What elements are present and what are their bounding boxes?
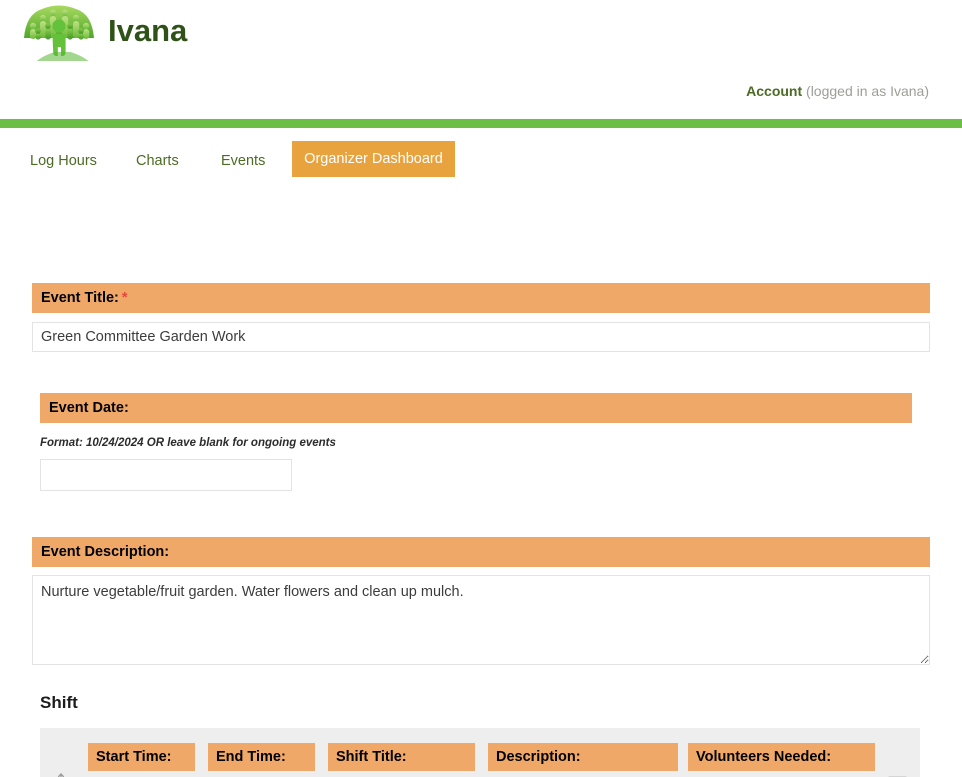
account-link[interactable]: Account [746,83,802,99]
brand-name: Ivana [108,12,188,48]
column-header-description: Description: [488,743,678,771]
brand: Ivana [20,2,187,64]
event-title-label-text: Event Title: [41,290,119,306]
header-divider [0,119,962,128]
account-area: Account (logged in as Ivana) [746,83,929,99]
event-title-label: Event Title: * [32,283,930,313]
drag-handle-icon[interactable] [52,772,70,777]
account-status-text: (logged in as Ivana) [806,83,929,99]
event-date-hint: Format: 10/24/2024 OR leave blank for on… [40,437,336,449]
tree-of-people-logo-icon [20,2,98,64]
event-description-label-text: Event Description: [41,544,170,560]
nav-item-organizer-dashboard[interactable]: Organizer Dashboard [292,141,455,177]
required-marker: * [121,290,128,306]
column-header-volunteers-needed: Volunteers Needed: [688,743,875,771]
column-header-start-time: Start Time: [88,743,195,771]
event-description-input[interactable] [32,575,930,665]
event-description-label: Event Description: [32,537,930,567]
nav-item-charts[interactable]: Charts [136,153,179,169]
site-header: Ivana Log Hours Charts Events Organizer … [0,0,962,177]
table-row: Start Time: End Time: Shift Title: Descr… [40,728,920,777]
event-date-label: Event Date: [40,393,912,423]
nav-item-log-hours[interactable]: Log Hours [30,153,97,169]
event-date-label-text: Event Date: [49,400,129,416]
event-date-input[interactable] [40,459,292,491]
column-header-shift-title: Shift Title: [328,743,475,771]
event-title-input[interactable] [32,322,930,352]
shift-section-title: Shift [40,693,78,712]
nav-item-events[interactable]: Events [221,153,265,169]
column-header-end-time: End Time: [208,743,315,771]
shift-table: Start Time: End Time: Shift Title: Descr… [40,728,920,777]
